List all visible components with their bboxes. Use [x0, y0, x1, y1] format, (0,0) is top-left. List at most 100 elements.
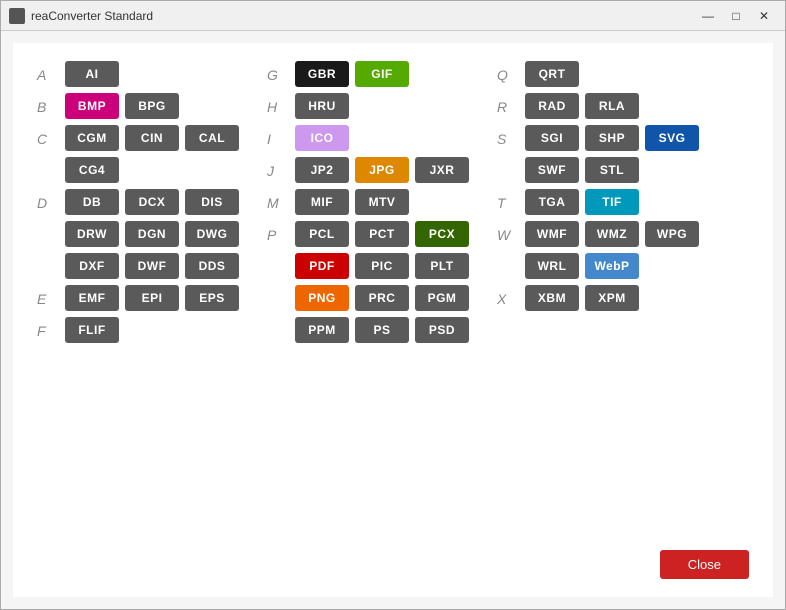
letter-label-E: E: [37, 285, 65, 307]
format-btn-JP2[interactable]: JP2: [295, 157, 349, 183]
format-btn-DCX[interactable]: DCX: [125, 189, 179, 215]
format-btn-WMF[interactable]: WMF: [525, 221, 579, 247]
format-buttons-G: GBRGIF: [295, 61, 497, 87]
format-buttons-M: MIFMTV: [295, 189, 497, 215]
section-A: AAI: [37, 61, 267, 87]
window-close-button[interactable]: ✕: [751, 6, 777, 26]
format-buttons-R: RADRLA: [525, 93, 727, 119]
column-1: GGBRGIFHHRUIICOJJP2JPGJXRMMIFMTVPPCLPCTP…: [267, 61, 497, 579]
format-btn-EPS[interactable]: EPS: [185, 285, 239, 311]
format-btn-DWF[interactable]: DWF: [125, 253, 179, 279]
format-btn-WPG[interactable]: WPG: [645, 221, 699, 247]
format-btn-PCL[interactable]: PCL: [295, 221, 349, 247]
format-btn-JPG[interactable]: JPG: [355, 157, 409, 183]
format-btn-GBR[interactable]: GBR: [295, 61, 349, 87]
letter-label-C: C: [37, 125, 65, 147]
letter-label-A: A: [37, 61, 65, 83]
format-btn-DDS[interactable]: DDS: [185, 253, 239, 279]
maximize-button[interactable]: □: [723, 6, 749, 26]
format-btn-PNG[interactable]: PNG: [295, 285, 349, 311]
section-C: CCGMCINCAL CG4: [37, 125, 267, 183]
format-buttons-S: SGISHPSVG SWFSTL: [525, 125, 727, 183]
format-btn-PIC[interactable]: PIC: [355, 253, 409, 279]
format-grid: AAIBBMPBPGCCGMCINCALCG4DDBDCXDISDRWDGNDW…: [37, 61, 749, 579]
format-btn-DIS[interactable]: DIS: [185, 189, 239, 215]
format-buttons-P: PCLPCTPCX PDFPICPLT PNGPRCPGM PPMPSPSD: [295, 221, 497, 343]
format-btn-CGM[interactable]: CGM: [65, 125, 119, 151]
format-btn-CG4[interactable]: CG4: [65, 157, 119, 183]
format-btn-CIN[interactable]: CIN: [125, 125, 179, 151]
section-E: EEMFEPIEPS: [37, 285, 267, 311]
format-buttons-H: HRU: [295, 93, 497, 119]
format-btn-DGN[interactable]: DGN: [125, 221, 179, 247]
format-btn-MIF[interactable]: MIF: [295, 189, 349, 215]
section-P: PPCLPCTPCX PDFPICPLT PNGPRCPGM PPMPSPSD: [267, 221, 497, 343]
format-btn-SWF[interactable]: SWF: [525, 157, 579, 183]
format-btn-RAD[interactable]: RAD: [525, 93, 579, 119]
format-btn-BMP[interactable]: BMP: [65, 93, 119, 119]
format-buttons-E: EMFEPIEPS: [65, 285, 267, 311]
format-buttons-A: AI: [65, 61, 267, 87]
section-B: BBMPBPG: [37, 93, 267, 119]
letter-label-G: G: [267, 61, 295, 83]
format-btn-PRC[interactable]: PRC: [355, 285, 409, 311]
section-G: GGBRGIF: [267, 61, 497, 87]
format-btn-JXR[interactable]: JXR: [415, 157, 469, 183]
close-section: Close: [660, 550, 749, 579]
format-btn-MTV[interactable]: MTV: [355, 189, 409, 215]
format-btn-PDF[interactable]: PDF: [295, 253, 349, 279]
letter-label-Q: Q: [497, 61, 525, 83]
format-btn-PSD[interactable]: PSD: [415, 317, 469, 343]
format-btn-DWG[interactable]: DWG: [185, 221, 239, 247]
format-btn-QRT[interactable]: QRT: [525, 61, 579, 87]
format-btn-PPM[interactable]: PPM: [295, 317, 349, 343]
format-btn-XPM[interactable]: XPM: [585, 285, 639, 311]
format-btn-PCX[interactable]: PCX: [415, 221, 469, 247]
format-btn-TIF[interactable]: TIF: [585, 189, 639, 215]
format-btn-DB[interactable]: DB: [65, 189, 119, 215]
format-btn-EPI[interactable]: EPI: [125, 285, 179, 311]
section-M: MMIFMTV: [267, 189, 497, 215]
close-main-button[interactable]: Close: [660, 550, 749, 579]
format-btn-BPG[interactable]: BPG: [125, 93, 179, 119]
titlebar: reaConverter Standard — □ ✕: [1, 1, 785, 31]
format-btn-HRU[interactable]: HRU: [295, 93, 349, 119]
format-buttons-F: FLIF: [65, 317, 267, 343]
format-btn-ICO[interactable]: ICO: [295, 125, 349, 151]
letter-label-R: R: [497, 93, 525, 115]
format-btn-CAL[interactable]: CAL: [185, 125, 239, 151]
format-btn-SVG[interactable]: SVG: [645, 125, 699, 151]
main-window: reaConverter Standard — □ ✕ AAIBBMPBPGCC…: [0, 0, 786, 610]
format-btn-GIF[interactable]: GIF: [355, 61, 409, 87]
format-btn-DXF[interactable]: DXF: [65, 253, 119, 279]
format-btn-XBM[interactable]: XBM: [525, 285, 579, 311]
section-W: WWMFWMZWPG WRLWebP: [497, 221, 727, 279]
letter-label-W: W: [497, 221, 525, 243]
window-title: reaConverter Standard: [31, 9, 695, 23]
format-btn-RLA[interactable]: RLA: [585, 93, 639, 119]
section-X: XXBMXPM: [497, 285, 727, 311]
format-btn-TGA[interactable]: TGA: [525, 189, 579, 215]
window-controls: — □ ✕: [695, 6, 777, 26]
format-btn-DRW[interactable]: DRW: [65, 221, 119, 247]
format-btn-STL[interactable]: STL: [585, 157, 639, 183]
section-F: FFLIF: [37, 317, 267, 343]
section-R: RRADRLA: [497, 93, 727, 119]
format-btn-WRL[interactable]: WRL: [525, 253, 579, 279]
format-btn-EMF[interactable]: EMF: [65, 285, 119, 311]
minimize-button[interactable]: —: [695, 6, 721, 26]
format-btn-SHP[interactable]: SHP: [585, 125, 639, 151]
format-btn-WMZ[interactable]: WMZ: [585, 221, 639, 247]
format-buttons-D: DBDCXDIS DRWDGNDWG DXFDWFDDS: [65, 189, 267, 279]
format-btn-AI[interactable]: AI: [65, 61, 119, 87]
format-btn-PCT[interactable]: PCT: [355, 221, 409, 247]
letter-label-S: S: [497, 125, 525, 147]
letter-label-P: P: [267, 221, 295, 243]
format-btn-FLIF[interactable]: FLIF: [65, 317, 119, 343]
format-btn-PS[interactable]: PS: [355, 317, 409, 343]
format-btn-PLT[interactable]: PLT: [415, 253, 469, 279]
letter-label-T: T: [497, 189, 525, 211]
format-btn-SGI[interactable]: SGI: [525, 125, 579, 151]
format-btn-PGM[interactable]: PGM: [415, 285, 469, 311]
format-btn-WebP[interactable]: WebP: [585, 253, 639, 279]
